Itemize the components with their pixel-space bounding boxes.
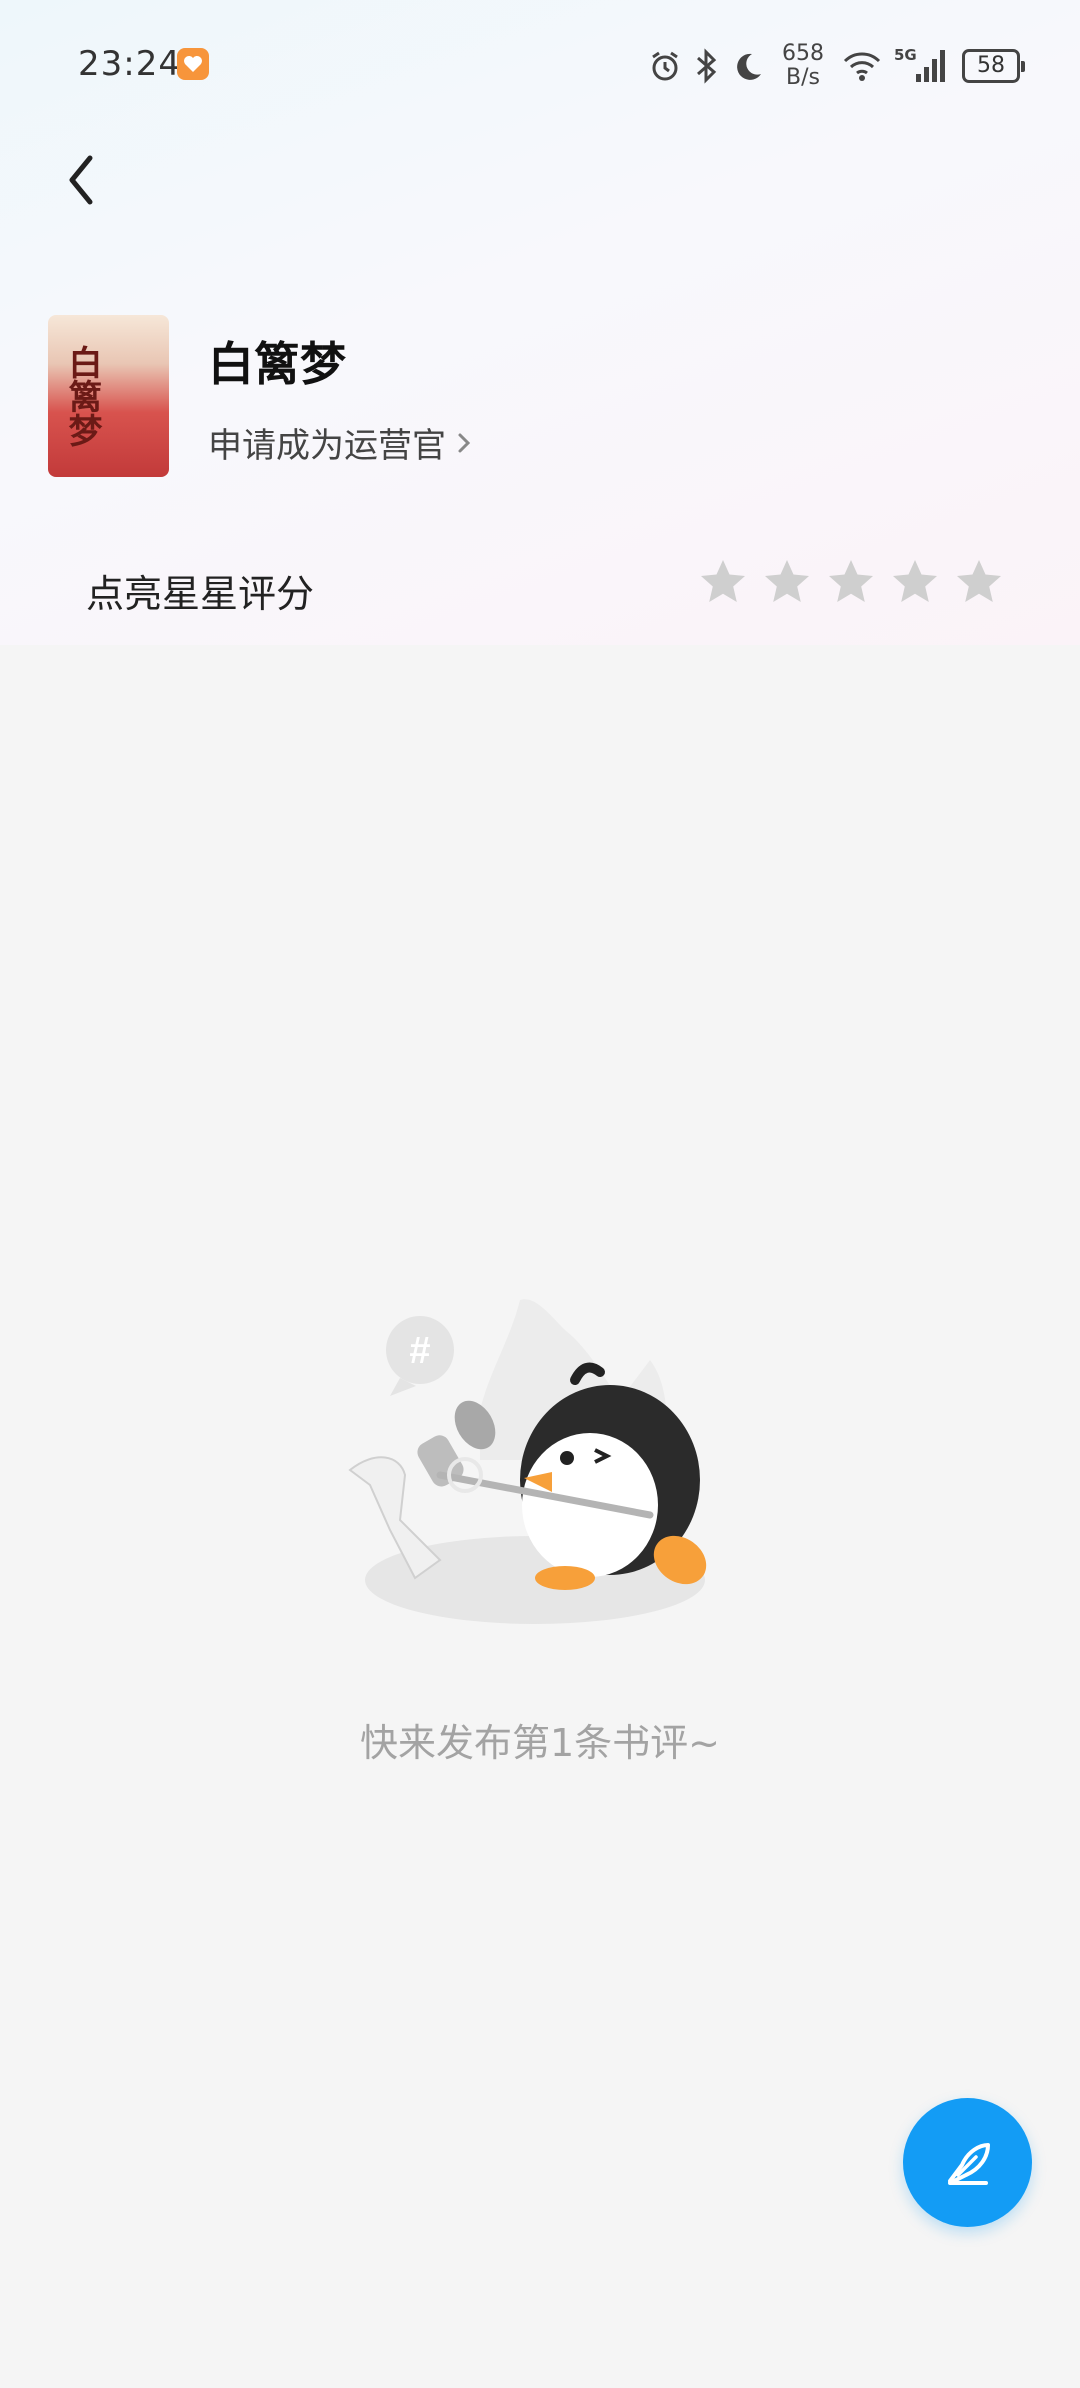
app-notification-icon [177,48,209,80]
bluetooth-icon [697,48,717,84]
book-cover[interactable]: 白篱梦 [48,315,169,477]
star-icon[interactable] [698,557,748,607]
wifi-icon [843,52,881,81]
penguin-illustration: # [348,1299,707,1624]
feather-pen-icon [947,2142,990,2185]
write-review-button[interactable] [903,2098,1032,2227]
alarm-icon [652,51,678,81]
back-button[interactable] [60,150,120,220]
star-icon[interactable] [890,557,940,607]
rating-stars [698,557,1004,607]
star-icon[interactable] [826,557,876,607]
apply-operator-label: 申请成为运营官 [208,426,446,466]
status-icons: 658 B/s 5G 58 [648,36,1025,96]
signal-icon [916,50,945,82]
svg-text:#: # [409,1330,430,1372]
cellular-signal: 5G [894,46,950,86]
apply-operator-link[interactable]: 申请成为运营官 [208,418,472,467]
cover-title: 白篱梦 [62,345,102,447]
rating-label: 点亮星星评分 [86,572,315,616]
battery-icon: 58 [962,49,1025,83]
moon-icon [737,53,761,80]
status-bar: 23:24 658 B/s 5G 58 [0,0,1080,130]
rating-bar: 点亮星星评分 [48,535,1032,645]
empty-state-message: 快来发布第1条书评~ [359,1721,721,1765]
net-speed: 658 B/s [782,41,824,90]
chevron-right-icon [458,433,471,452]
book-title: 白篱梦 [208,337,346,391]
star-icon[interactable] [762,557,812,607]
chevron-left-icon [69,155,93,205]
status-time: 23:24 [78,44,181,84]
star-icon[interactable] [954,557,1004,607]
